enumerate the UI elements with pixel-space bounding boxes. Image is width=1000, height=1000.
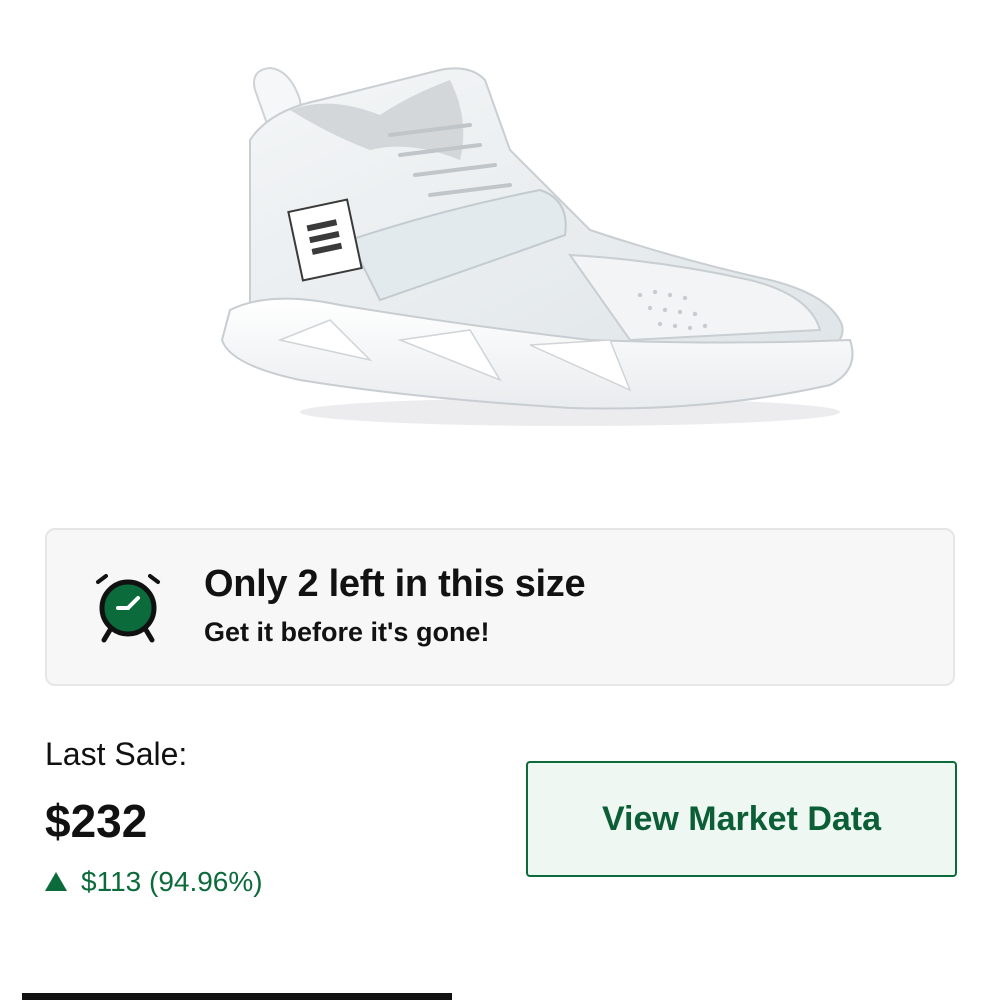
product-page: Only 2 left in this size Get it before i… — [0, 0, 1000, 1000]
price-change-value: $113 (94.96%) — [81, 866, 263, 897]
last-sale-label: Last Sale: — [45, 736, 188, 772]
view-market-data-button[interactable]: View Market Data — [526, 761, 957, 877]
up-arrow-icon — [45, 871, 67, 891]
product-image[interactable] — [210, 40, 870, 440]
alarm-clock-icon — [96, 574, 160, 643]
last-sale-price: $232 — [45, 795, 148, 847]
scarcity-card — [45, 528, 955, 686]
scarcity-subtitle: Get it before it's gone! — [204, 617, 490, 647]
price-change: $113 (94.96%) — [45, 866, 263, 898]
scarcity-title: Only 2 left in this size — [204, 563, 586, 605]
bottom-bar — [22, 993, 452, 1000]
